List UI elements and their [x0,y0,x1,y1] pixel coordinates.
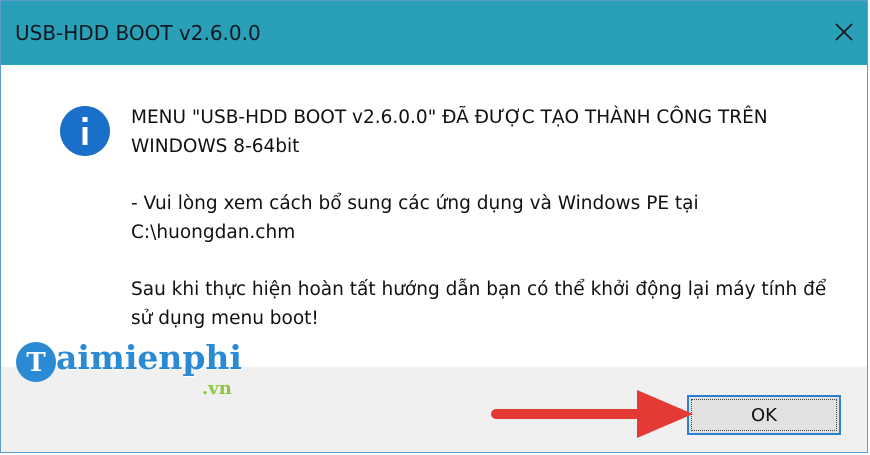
close-icon [835,23,853,41]
title-bar[interactable]: USB-HDD BOOT v2.6.0.0 [1,1,867,65]
watermark-logo: T aimienphi .vn [14,336,244,400]
ok-button[interactable]: OK [687,395,841,435]
logo-initial: T [26,348,46,378]
message-line-restart: Sau khi thực hiện hoàn tất hướng dẫn bạn… [131,279,827,329]
message-line-success: MENU "USB-HDD BOOT v2.6.0.0" ĐÃ ĐƯỢC TẠO… [131,107,768,157]
arrow-icon [491,390,693,438]
message-text: MENU "USB-HDD BOOT v2.6.0.0" ĐÃ ĐƯỢC TẠO… [131,103,831,361]
window-title: USB-HDD BOOT v2.6.0.0 [15,21,261,45]
logo-domain-text: .vn [202,378,232,399]
close-button[interactable] [821,1,867,65]
info-icon [60,106,110,156]
dialog-body: MENU "USB-HDD BOOT v2.6.0.0" ĐÃ ĐƯỢC TẠO… [1,65,867,367]
message-line-guide: - Vui lòng xem cách bổ sung các ứng dụng… [131,193,699,243]
logo-brand-text: aimienphi [56,338,242,377]
logo-emblem-icon: T [16,342,56,382]
